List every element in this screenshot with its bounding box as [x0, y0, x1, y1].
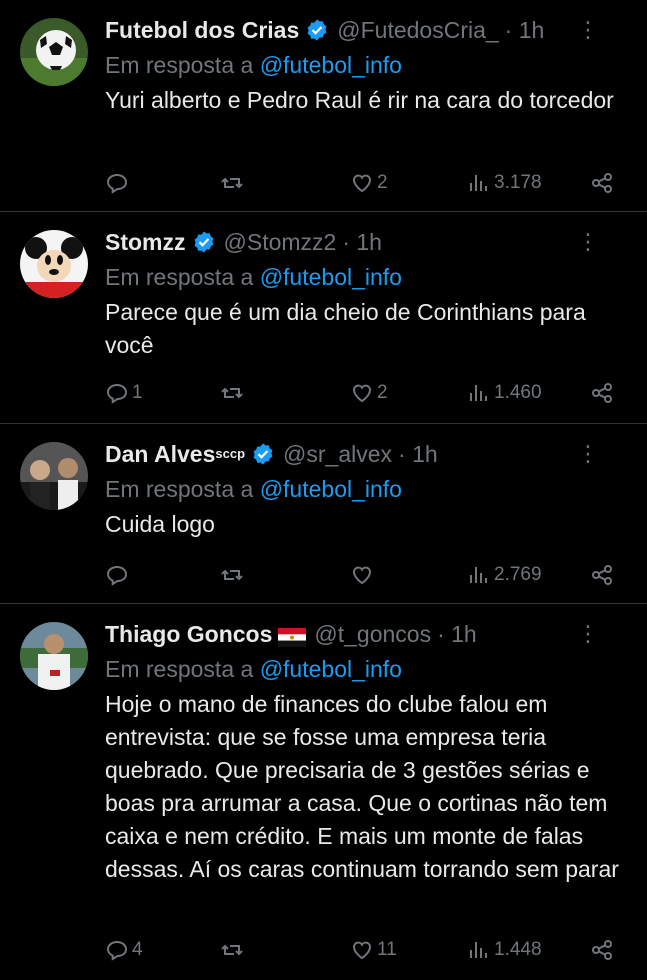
reply-prefix: Em resposta a	[105, 264, 254, 290]
retweet-icon	[221, 177, 243, 189]
verified-badge-icon	[251, 442, 275, 466]
reply-icon	[106, 565, 128, 586]
share-icon	[592, 940, 612, 960]
tweet-text: Yuri alberto e Pedro Raul é rir na cara …	[105, 87, 614, 113]
like-icon	[353, 174, 371, 193]
author-name[interactable]: Stomzz	[105, 228, 186, 256]
reply-prefix: Em resposta a	[105, 52, 254, 78]
views-count: 2.769	[494, 564, 542, 585]
retweet-icon	[221, 569, 243, 581]
retweet-button[interactable]	[220, 563, 247, 587]
views-button[interactable]: 1.460	[467, 381, 542, 405]
share-button[interactable]	[590, 381, 614, 405]
reply-button[interactable]: 1	[105, 381, 143, 405]
tweet-text: Cuida logo	[105, 511, 215, 537]
author-name[interactable]: Dan Alves	[105, 440, 215, 468]
tweet-text: Parece que é um dia cheio de Corinthians…	[105, 299, 586, 358]
reply-to-link[interactable]: @futebol_info	[260, 656, 402, 682]
timestamp[interactable]: · 1h	[342, 228, 382, 256]
more-options-icon[interactable]: ⋮	[577, 440, 599, 468]
more-options-icon[interactable]: ⋮	[577, 620, 599, 648]
views-button[interactable]: 2.769	[467, 563, 542, 587]
avatar[interactable]	[20, 230, 88, 298]
views-count: 1.460	[494, 382, 542, 403]
retweet-button[interactable]	[220, 381, 247, 405]
author-handle[interactable]: @sr_alvex	[283, 440, 392, 468]
reply-context: Em resposta a @futebol_info	[105, 262, 627, 292]
reply-icon	[106, 173, 128, 194]
author-handle[interactable]: @Stomzz2	[224, 228, 337, 256]
like-icon	[353, 566, 371, 585]
reply-button[interactable]	[105, 171, 132, 195]
tweet-item[interactable]: Dan Alves sccp @sr_alvex · 1h ⋮ Em respos…	[0, 424, 647, 604]
timestamp[interactable]: · 1h	[505, 16, 545, 44]
reply-count: 4	[132, 939, 143, 960]
reply-button[interactable]	[105, 563, 132, 587]
views-icon	[470, 385, 487, 401]
tweet-text: Hoje o mano de finances do clube falou e…	[105, 691, 619, 882]
like-count: 2	[377, 172, 388, 193]
retweet-button[interactable]	[220, 938, 247, 962]
reply-prefix: Em resposta a	[105, 476, 254, 502]
action-bar: 1 2 1.460	[105, 378, 627, 408]
reply-button[interactable]: 4	[105, 938, 143, 962]
verified-badge-icon	[305, 18, 329, 42]
like-count: 2	[377, 382, 388, 403]
reply-to-link[interactable]: @futebol_info	[260, 52, 402, 78]
reply-context: Em resposta a @futebol_info	[105, 474, 627, 504]
views-icon	[470, 175, 487, 191]
views-button[interactable]: 3.178	[467, 171, 542, 195]
share-icon	[592, 383, 612, 403]
tweet-item[interactable]: Futebol dos Crias @FutedosCria_ · 1h ⋮ E…	[0, 0, 647, 212]
reply-count: 1	[132, 382, 143, 403]
more-options-icon[interactable]: ⋮	[577, 16, 599, 44]
action-bar: 4 11 1.448	[105, 935, 627, 965]
share-icon	[592, 173, 612, 193]
views-icon	[470, 942, 487, 958]
verified-badge-icon	[192, 230, 216, 254]
like-icon	[353, 941, 371, 960]
tweet-item[interactable]: Stomzz @Stomzz2 · 1h ⋮ Em resposta a @fu…	[0, 212, 647, 424]
reply-context: Em resposta a @futebol_info	[105, 50, 627, 80]
retweet-icon	[221, 387, 243, 399]
avatar[interactable]	[20, 622, 88, 690]
reply-to-link[interactable]: @futebol_info	[260, 476, 402, 502]
timestamp[interactable]: · 1h	[398, 440, 438, 468]
action-bar: 2 3.178	[105, 168, 627, 198]
share-icon	[592, 565, 612, 585]
like-button[interactable]	[350, 563, 377, 587]
retweet-button[interactable]	[220, 171, 247, 195]
retweet-icon	[221, 944, 243, 956]
views-count: 3.178	[494, 172, 542, 193]
avatar[interactable]	[20, 18, 88, 86]
reply-to-link[interactable]: @futebol_info	[260, 264, 402, 290]
share-button[interactable]	[590, 563, 614, 587]
tweet-item[interactable]: Thiago Goncos @t_goncos · 1h ⋮ Em respos…	[0, 604, 647, 980]
avatar[interactable]	[20, 442, 88, 510]
egypt-flag-icon	[278, 625, 307, 647]
more-options-icon[interactable]: ⋮	[577, 228, 599, 256]
reply-icon	[106, 383, 128, 404]
like-icon	[353, 384, 371, 403]
author-handle[interactable]: @FutedosCria_	[337, 16, 498, 44]
action-bar: 2.769	[105, 560, 627, 590]
like-button[interactable]: 2	[350, 381, 388, 405]
reply-icon	[106, 940, 128, 961]
views-icon	[470, 567, 487, 583]
timestamp[interactable]: · 1h	[437, 620, 477, 648]
like-count: 11	[377, 939, 397, 960]
share-button[interactable]	[590, 938, 614, 962]
reply-prefix: Em resposta a	[105, 656, 254, 682]
like-button[interactable]: 2	[350, 171, 388, 195]
like-button[interactable]: 11	[350, 938, 397, 962]
author-handle[interactable]: @t_goncos	[314, 620, 431, 648]
share-button[interactable]	[590, 171, 614, 195]
reply-feed: Futebol dos Crias @FutedosCria_ · 1h ⋮ E…	[0, 0, 647, 980]
author-name[interactable]: Futebol dos Crias	[105, 16, 299, 44]
author-name[interactable]: Thiago Goncos	[105, 620, 272, 648]
reply-context: Em resposta a @futebol_info	[105, 654, 627, 684]
views-count: 1.448	[494, 939, 542, 960]
views-button[interactable]: 1.448	[467, 938, 542, 962]
